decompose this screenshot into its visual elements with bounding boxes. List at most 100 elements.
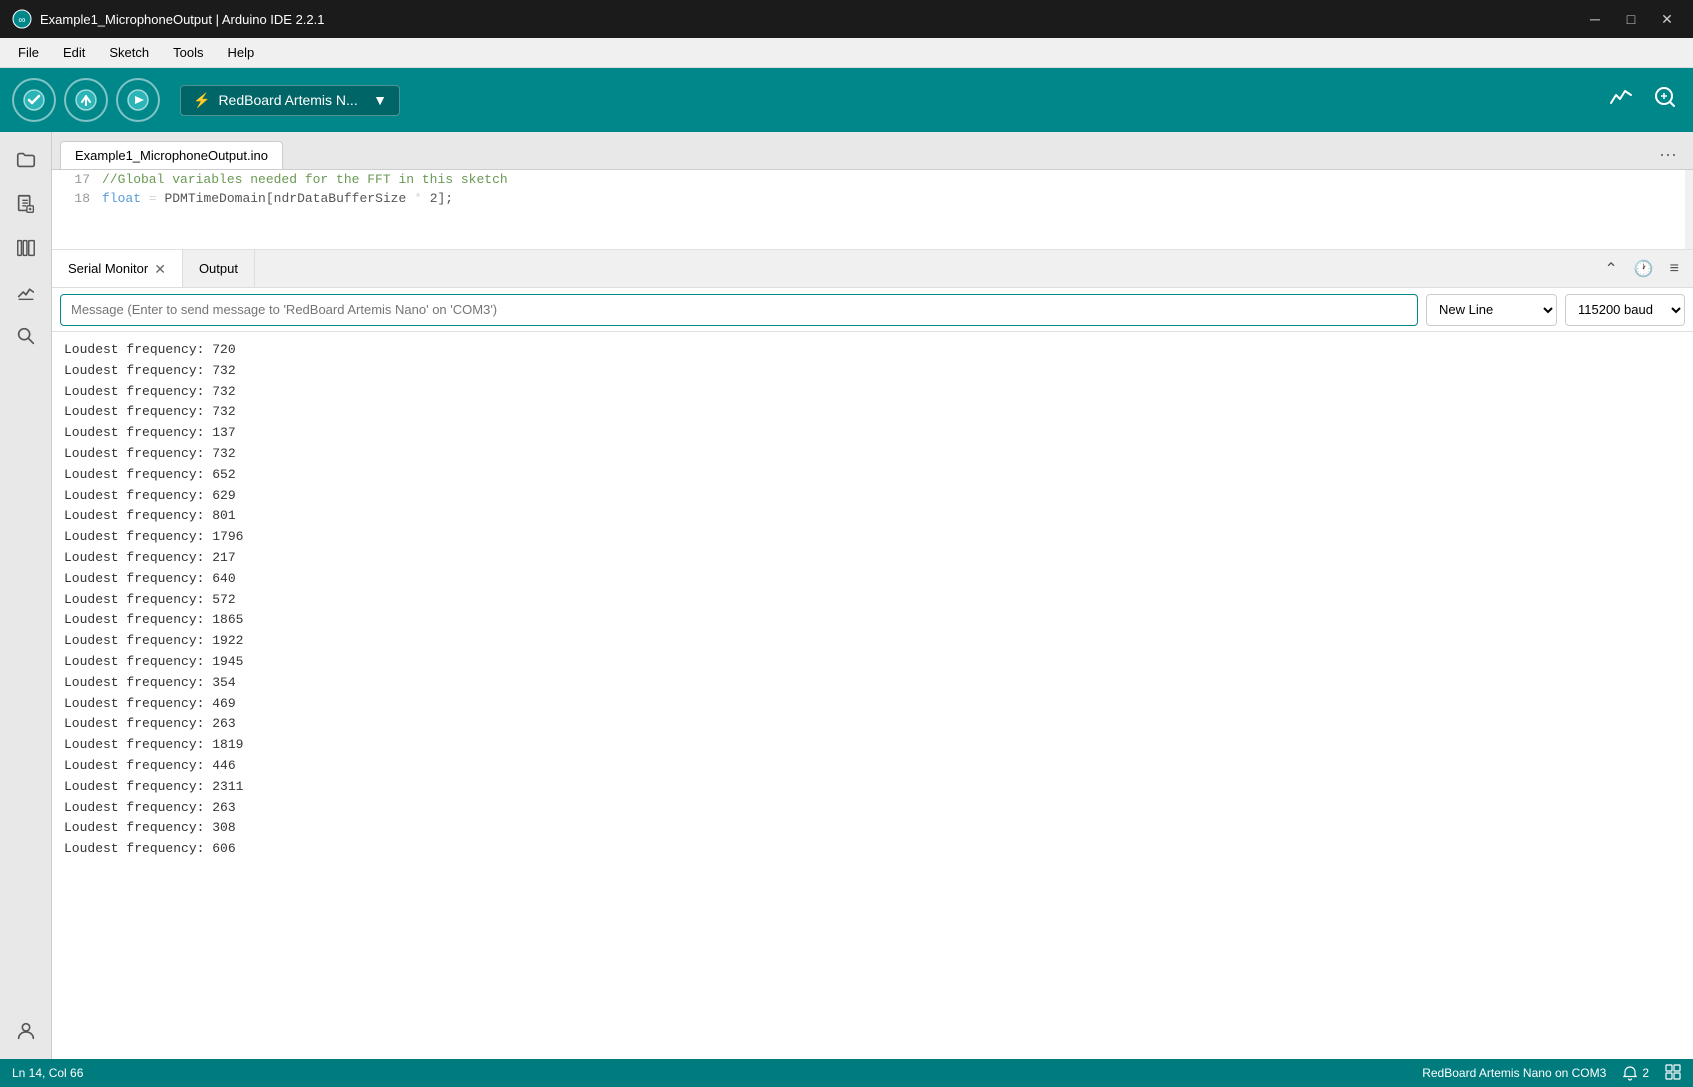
line-content-17: //Global variables needed for the FFT in… (102, 172, 1693, 187)
serial-output-line: Loudest frequency: 801 (64, 506, 1681, 527)
line-number-17: 17 (52, 172, 102, 187)
sidebar-item-libraries[interactable] (6, 228, 46, 268)
sidebar-item-files[interactable] (6, 140, 46, 180)
notification-bell (1622, 1065, 1638, 1081)
code-editor[interactable]: 17 //Global variables needed for the FFT… (52, 170, 1693, 250)
menu-tools[interactable]: Tools (163, 41, 213, 64)
layout-icon (1665, 1064, 1681, 1083)
menu-file[interactable]: File (8, 41, 49, 64)
board-dropdown-arrow: ▼ (373, 92, 387, 108)
notification-icon: 2 (1622, 1065, 1649, 1081)
serial-output-line: Loudest frequency: 652 (64, 465, 1681, 486)
serial-monitor-tab-label: Serial Monitor (68, 261, 148, 276)
boards-icon (15, 281, 37, 303)
libraries-icon (15, 237, 37, 259)
serial-output-line: Loudest frequency: 1819 (64, 735, 1681, 756)
verify-button[interactable] (12, 78, 56, 122)
editor-tabs: Example1_MicrophoneOutput.ino ··· (52, 132, 1693, 170)
plotter-button[interactable] (1605, 81, 1637, 119)
serial-output-line: Loudest frequency: 732 (64, 361, 1681, 382)
title-bar-controls: ─ □ ✕ (1581, 8, 1681, 30)
verify-icon (23, 89, 45, 111)
line-ending-select[interactable]: No Line EndingNewlineCarriage ReturnNew … (1426, 294, 1557, 326)
serial-monitor-tab-close[interactable]: ✕ (154, 262, 166, 276)
toolbar: ⚡ RedBoard Artemis N... ▼ (0, 68, 1693, 132)
title-bar-title: Example1_MicrophoneOutput | Arduino IDE … (40, 12, 325, 27)
code-line-18: 18 float = PDMTimeDomain[ndrDataBufferSi… (52, 189, 1693, 208)
serial-tabs: Serial Monitor ✕ Output ⌃ 🕐 ≡ (52, 250, 1693, 288)
menu-help[interactable]: Help (217, 41, 264, 64)
sidebar-item-boards[interactable] (6, 272, 46, 312)
search-icon (15, 325, 37, 347)
timestamp-button[interactable]: 🕐 (1628, 255, 1660, 283)
tab-output[interactable]: Output (183, 250, 255, 287)
sketch-icon (15, 193, 37, 215)
title-bar-left: ∞ Example1_MicrophoneOutput | Arduino ID… (12, 9, 325, 29)
plotter-icon (1609, 85, 1633, 109)
code-line-17: 17 //Global variables needed for the FFT… (52, 170, 1693, 189)
tab-serial-monitor[interactable]: Serial Monitor ✕ (52, 250, 183, 287)
user-icon (15, 1020, 37, 1042)
sidebar (0, 132, 52, 1059)
editor-tab-label: Example1_MicrophoneOutput.ino (75, 148, 268, 163)
code-scrollbar[interactable] (1685, 170, 1693, 249)
serial-output-line: Loudest frequency: 640 (64, 569, 1681, 590)
menu-sketch[interactable]: Sketch (99, 41, 159, 64)
board-name: RedBoard Artemis N... (218, 92, 357, 108)
serial-output-line: Loudest frequency: 732 (64, 402, 1681, 423)
serial-output-line: Loudest frequency: 1796 (64, 527, 1681, 548)
status-bar-right: RedBoard Artemis Nano on COM3 2 (1422, 1064, 1681, 1083)
serial-output-line: Loudest frequency: 137 (64, 423, 1681, 444)
serial-output-line: Loudest frequency: 354 (64, 673, 1681, 694)
output-tab-label: Output (199, 261, 238, 276)
notification-count: 2 (1642, 1066, 1649, 1080)
serial-output-line: Loudest frequency: 308 (64, 818, 1681, 839)
content-area: Example1_MicrophoneOutput.ino ··· 17 //G… (52, 132, 1693, 1059)
serial-output-line: Loudest frequency: 720 (64, 340, 1681, 361)
editor-tab-more[interactable]: ··· (1651, 140, 1685, 169)
serial-output-line: Loudest frequency: 572 (64, 590, 1681, 611)
serial-output-line: Loudest frequency: 1922 (64, 631, 1681, 652)
serial-output[interactable]: Loudest frequency: 720Loudest frequency:… (52, 332, 1693, 1059)
board-port-status: RedBoard Artemis Nano on COM3 (1422, 1066, 1606, 1080)
collapse-button[interactable]: ⌃ (1598, 255, 1623, 283)
serial-tabs-right: ⌃ 🕐 ≡ (1590, 250, 1693, 287)
sidebar-item-sketch[interactable] (6, 184, 46, 224)
serial-monitor-icon (1653, 85, 1677, 109)
usb-icon: ⚡ (193, 92, 210, 109)
serial-output-line: Loudest frequency: 629 (64, 486, 1681, 507)
serial-output-line: Loudest frequency: 446 (64, 756, 1681, 777)
status-bar: Ln 14, Col 66 RedBoard Artemis Nano on C… (0, 1059, 1693, 1087)
baud-rate-select[interactable]: 300 baud1200 baud2400 baud4800 baud9600 … (1565, 294, 1685, 326)
upload-icon (75, 89, 97, 111)
line-content-18: float = PDMTimeDomain[ndrDataBufferSize … (102, 191, 1693, 206)
close-button[interactable]: ✕ (1653, 8, 1681, 30)
minimize-button[interactable]: ─ (1581, 8, 1609, 30)
editor-tab-main[interactable]: Example1_MicrophoneOutput.ino (60, 141, 283, 169)
folder-icon (15, 149, 37, 171)
sidebar-item-user[interactable] (6, 1011, 46, 1051)
serial-monitor-button[interactable] (1649, 81, 1681, 119)
layout-grid-icon (1665, 1064, 1681, 1080)
serial-output-line: Loudest frequency: 217 (64, 548, 1681, 569)
autoscroll-button[interactable]: ≡ (1664, 256, 1685, 282)
debug-icon (127, 89, 149, 111)
maximize-button[interactable]: □ (1617, 8, 1645, 30)
board-selector[interactable]: ⚡ RedBoard Artemis N... ▼ (180, 85, 400, 116)
serial-panel: Serial Monitor ✕ Output ⌃ 🕐 ≡ No Line En… (52, 250, 1693, 1059)
cursor-position: Ln 14, Col 66 (12, 1066, 83, 1080)
main-layout: Example1_MicrophoneOutput.ino ··· 17 //G… (0, 132, 1693, 1059)
message-input[interactable] (60, 294, 1418, 326)
menu-bar: File Edit Sketch Tools Help (0, 38, 1693, 68)
menu-edit[interactable]: Edit (53, 41, 95, 64)
upload-button[interactable] (64, 78, 108, 122)
serial-output-line: Loudest frequency: 1945 (64, 652, 1681, 673)
serial-output-line: Loudest frequency: 2311 (64, 777, 1681, 798)
sidebar-item-search[interactable] (6, 316, 46, 356)
serial-output-line: Loudest frequency: 606 (64, 839, 1681, 860)
svg-text:∞: ∞ (18, 15, 25, 26)
app-logo: ∞ (12, 9, 32, 29)
line-number-18: 18 (52, 191, 102, 206)
debug-button[interactable] (116, 78, 160, 122)
serial-output-line: Loudest frequency: 732 (64, 382, 1681, 403)
